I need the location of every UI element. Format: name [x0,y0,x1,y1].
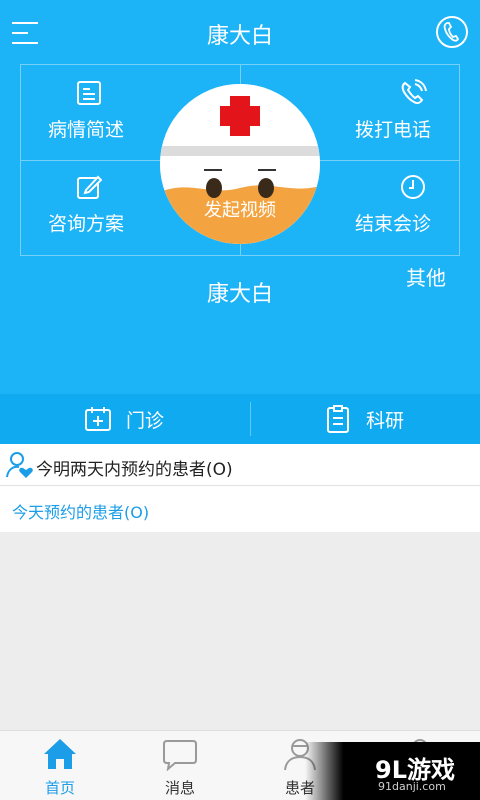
phone-icon [443,22,460,42]
two-day-appointments-label: 今明两天内预约的患者(O) [36,460,233,480]
consult-plan-label: 咨询方案 [48,213,125,235]
research-tab-label: 科研 [366,409,405,432]
end-consultation-label: 结束会诊 [355,213,432,235]
clinic-tab[interactable]: 门诊 [84,394,164,444]
tab-home-label: 首页 [44,779,75,797]
tab-messages-label: 消息 [164,779,195,797]
watermark-url: 91danji.com [378,780,446,793]
start-video-label: 发起视频 [204,200,276,221]
sub-tab-divider [250,402,251,436]
make-call-label: 拨打电话 [355,119,432,141]
start-video-button[interactable]: 发起视频 [160,84,320,244]
patient-heart-icon [6,452,33,478]
header-area: 康大白 病情简述 拨打电话 咨询方案 结束会诊 发起视频 康大白 其他 门诊 科… [0,0,480,444]
page-title: 康大白 [206,24,273,49]
title-bar: 康大白 [0,0,480,64]
tab-messages[interactable]: 消息 [120,731,240,800]
tab-home[interactable]: 首页 [0,731,120,800]
call-button[interactable] [436,16,468,48]
list-item[interactable]: 今明两天内预约的患者(O) [0,444,480,486]
home-icon [44,739,76,769]
sub-tab-bar: 门诊 科研 [0,394,480,444]
appointment-list: 今明两天内预约的患者(O) 今天预约的患者(O) [0,444,480,532]
clipboard-icon [324,404,352,434]
document-icon [75,79,103,107]
phone-ring-icon [399,79,427,107]
other-button[interactable]: 其他 [406,262,446,291]
message-icon [163,740,197,771]
calendar-plus-icon [84,404,112,434]
edit-icon [75,173,103,201]
research-tab[interactable]: 科研 [324,394,404,444]
today-appointments-label[interactable]: 今天预约的患者(O) [12,499,149,523]
clinic-tab-label: 门诊 [126,409,165,432]
condition-summary-label: 病情简述 [48,119,125,141]
clock-icon [399,173,427,201]
